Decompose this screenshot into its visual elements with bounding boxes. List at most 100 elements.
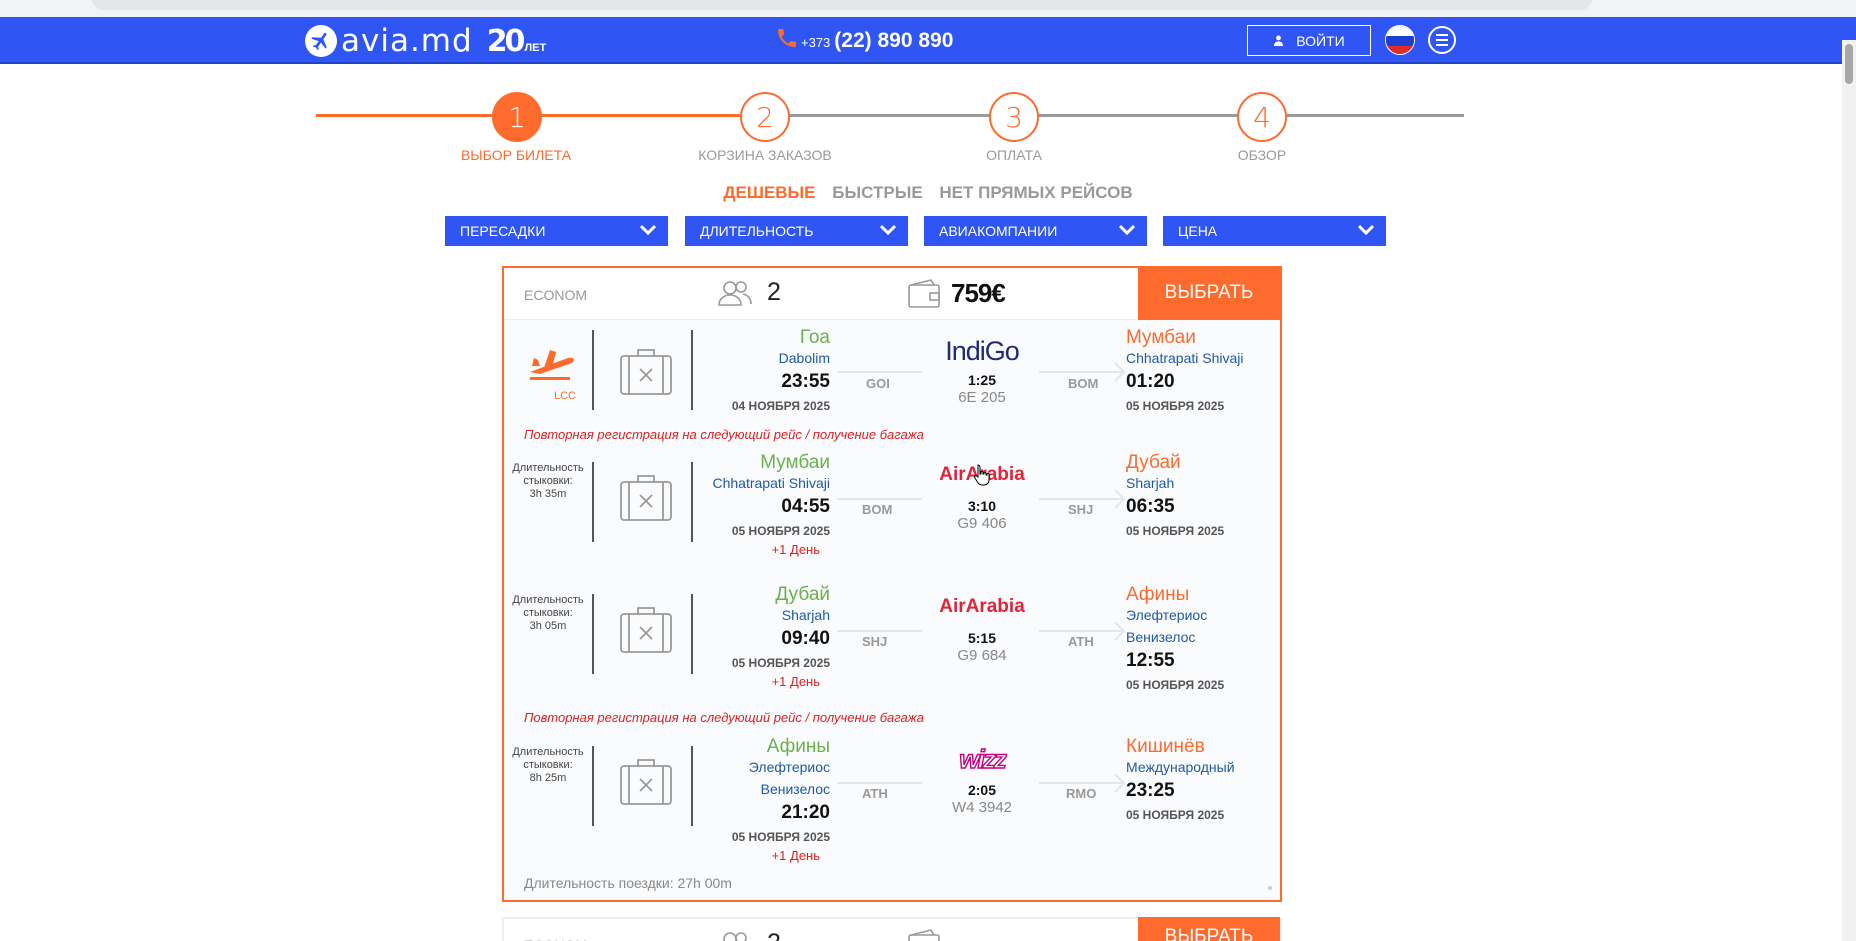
chevron-down-icon xyxy=(640,224,656,236)
departure-time: 09:40 xyxy=(781,628,830,649)
arrival-code: SHJ xyxy=(1068,502,1094,517)
divider xyxy=(691,330,693,410)
connection-time: 3h 05m xyxy=(529,620,567,632)
ticket-class: ECONOM xyxy=(524,287,587,303)
login-button[interactable]: ВОЙТИ xyxy=(1247,25,1371,56)
connection-label: Длительность стыковки: xyxy=(512,462,584,487)
select-ticket-button[interactable]: ВЫБРАТЬ xyxy=(1138,917,1280,941)
select-ticket-button[interactable]: ВЫБРАТЬ xyxy=(1138,266,1280,320)
chevron-down-icon xyxy=(880,224,896,236)
arrival-airport: Международный xyxy=(1126,759,1235,775)
progress-line-todo xyxy=(764,114,1464,117)
departure-date: 05 НОЯБРЯ 2025 xyxy=(731,524,830,538)
flight-duration: 2:05 xyxy=(967,782,997,798)
anniversary-word: ЛЕТ xyxy=(524,42,547,54)
flight-number: G9 684 xyxy=(957,647,1007,664)
airline-logo: AirArabia xyxy=(934,596,1030,618)
arrival-code: ATH xyxy=(1068,634,1094,649)
departure-airport: Dabolim xyxy=(778,350,830,366)
site-header: avia.md 20 ЛЕТ +373 (22) 890 890 ВОЙТИ xyxy=(0,17,1856,64)
arrival-date: 05 НОЯБРЯ 2025 xyxy=(1126,808,1225,822)
arrival-time: 23:25 xyxy=(1126,780,1175,801)
departure-code: SHJ xyxy=(862,634,888,649)
flight-segment: Длительность стыковки: 8h 25m Афины Элеф… xyxy=(504,736,1280,868)
ticket-card: ECONOM 2 759€ ВЫБРАТЬ LCC Гоа Dabolim 23… xyxy=(502,266,1282,902)
airline-name: wizz xyxy=(959,743,1008,774)
phone-contact[interactable]: +373 (22) 890 890 xyxy=(775,26,953,55)
divider xyxy=(691,462,693,542)
step-3-label: ОПЛАТА xyxy=(986,147,1042,163)
flight-number: W4 3942 xyxy=(951,799,1013,816)
tab-fast[interactable]: БЫСТРЫЕ xyxy=(832,183,922,202)
connection-time: 3h 35m xyxy=(529,488,567,500)
arrival-date: 05 НОЯБРЯ 2025 xyxy=(1126,399,1225,413)
site-logo[interactable]: avia.md 20 ЛЕТ xyxy=(305,23,546,59)
trip-duration: Длительность поездки: 27h 00m xyxy=(524,875,732,891)
arrow-right-icon xyxy=(1114,489,1126,509)
arrival-airport-line-1: Элефтериос xyxy=(1126,607,1208,623)
filter-duration[interactable]: ДЛИТЕЛЬНОСТЬ xyxy=(685,216,908,246)
passenger-count-value: 2 xyxy=(767,929,781,941)
flight-segment: LCC Гоа Dabolim 23:55 04 НОЯБРЯ 2025 GOI… xyxy=(504,320,1280,428)
departure-time: 23:55 xyxy=(781,371,830,392)
filter-price[interactable]: ЦЕНА xyxy=(1163,216,1386,246)
connection-info: Длительность стыковки: 3h 35m xyxy=(504,462,592,501)
arrival-code: BOM xyxy=(1068,376,1099,391)
no-baggage-icon xyxy=(620,759,672,805)
arrival-date: 05 НОЯБРЯ 2025 xyxy=(1126,524,1225,538)
chevron-down-icon xyxy=(1119,224,1135,236)
step-4-circle: 4 xyxy=(1237,92,1287,142)
route-line xyxy=(837,782,922,784)
flag-ru-icon[interactable] xyxy=(1385,25,1415,55)
departure-airport-line-2: Венизелос xyxy=(760,781,830,797)
cursor-icon xyxy=(974,464,990,486)
flight-duration: 3:10 xyxy=(967,498,997,514)
airline-name: IndiGo xyxy=(945,336,1020,366)
phone-icon xyxy=(775,26,799,55)
scrollbar-thumb[interactable] xyxy=(1845,44,1853,84)
arrival-airport: Sharjah xyxy=(1126,475,1175,491)
login-label: ВОЙТИ xyxy=(1296,32,1345,49)
departure-city: Афины xyxy=(766,736,830,757)
plane-takeoff-icon xyxy=(530,350,574,380)
arrow-right-icon xyxy=(1114,621,1126,641)
tab-cheap[interactable]: ДЕШЕВЫЕ xyxy=(723,183,815,202)
step-1-circle: 1 xyxy=(492,92,542,142)
plus-day: +1 День xyxy=(771,674,820,689)
reregistration-warning: Повторная регистрация на следующий рейс … xyxy=(524,710,924,725)
tab-no-direct[interactable]: НЕТ ПРЯМЫХ РЕЙСОВ xyxy=(939,183,1132,202)
route-line xyxy=(1039,630,1124,632)
route-line xyxy=(1039,782,1124,784)
arrival-date: 05 НОЯБРЯ 2025 xyxy=(1126,678,1225,692)
address-bar[interactable] xyxy=(92,0,1592,10)
arrow-right-icon xyxy=(1114,362,1126,382)
departure-time: 04:55 xyxy=(781,496,830,517)
connection-label: Длительность стыковки: xyxy=(512,746,584,771)
menu-icon[interactable] xyxy=(1428,26,1456,54)
filter-stops[interactable]: ПЕРЕСАДКИ xyxy=(445,216,668,246)
sort-tabs: ДЕШЕВЫЕ БЫСТРЫЕ НЕТ ПРЯМЫХ РЕЙСОВ xyxy=(0,183,1856,203)
page: avia.md 20 ЛЕТ +373 (22) 890 890 ВОЙТИ 1… xyxy=(0,0,1856,941)
browser-toolbar xyxy=(0,0,1856,17)
route-line xyxy=(837,498,922,500)
departure-code: BOM xyxy=(862,502,893,517)
divider xyxy=(691,594,693,674)
divider xyxy=(592,462,594,542)
connection-label: Длительность стыковки: xyxy=(512,594,584,619)
ticket-class: ECONOM xyxy=(524,937,587,941)
connection-info: Длительность стыковки: 8h 25m xyxy=(504,746,592,785)
arrival-time: 12:55 xyxy=(1126,650,1175,671)
wallet-icon xyxy=(908,929,940,941)
arrival-time: 06:35 xyxy=(1126,496,1175,517)
filter-airlines[interactable]: АВИАКОМПАНИИ xyxy=(924,216,1147,246)
route-line xyxy=(837,630,922,632)
brand-name: avia.md xyxy=(341,23,473,59)
departure-airport-line-1: Элефтериос xyxy=(748,759,830,775)
divider xyxy=(592,594,594,674)
scrollbar-track[interactable] xyxy=(1842,40,1856,941)
chevron-down-icon xyxy=(1358,224,1374,236)
arrival-city: Дубай xyxy=(1126,452,1181,473)
step-3-circle: 3 xyxy=(989,92,1039,142)
filter-airlines-label: АВИАКОМПАНИИ xyxy=(939,223,1058,239)
departure-city: Мумбаи xyxy=(760,452,830,473)
